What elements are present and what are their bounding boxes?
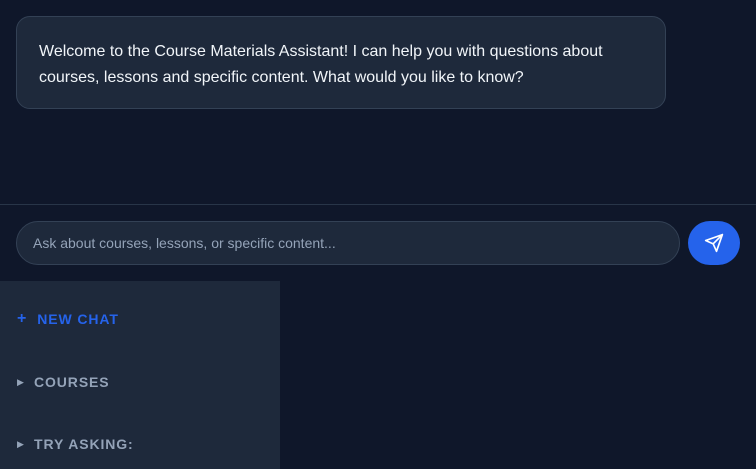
sidebar: + NEW CHAT ▶ COURSES ▶ TRY ASKING: [0,281,280,469]
chat-input-divider [0,204,756,205]
chat-input-container [16,221,680,265]
plus-icon: + [17,310,28,327]
expand-triangle-icon: ▶ [17,376,25,387]
courses-section-label: COURSES [34,374,110,390]
try-asking-section-label: TRY ASKING: [34,436,134,452]
send-icon [704,233,724,253]
send-button[interactable] [688,221,740,265]
assistant-welcome-message: Welcome to the Course Materials Assistan… [16,16,666,109]
new-chat-button[interactable]: + NEW CHAT [17,310,119,328]
expand-triangle-icon: ▶ [17,438,25,449]
chat-messages-area: Welcome to the Course Materials Assistan… [0,0,756,204]
chat-input[interactable] [17,222,679,264]
try-asking-section-toggle[interactable]: ▶ TRY ASKING: [17,436,134,452]
welcome-message-text: Welcome to the Course Materials Assistan… [39,43,603,86]
new-chat-label: NEW CHAT [37,311,119,327]
courses-section-toggle[interactable]: ▶ COURSES [17,374,110,390]
